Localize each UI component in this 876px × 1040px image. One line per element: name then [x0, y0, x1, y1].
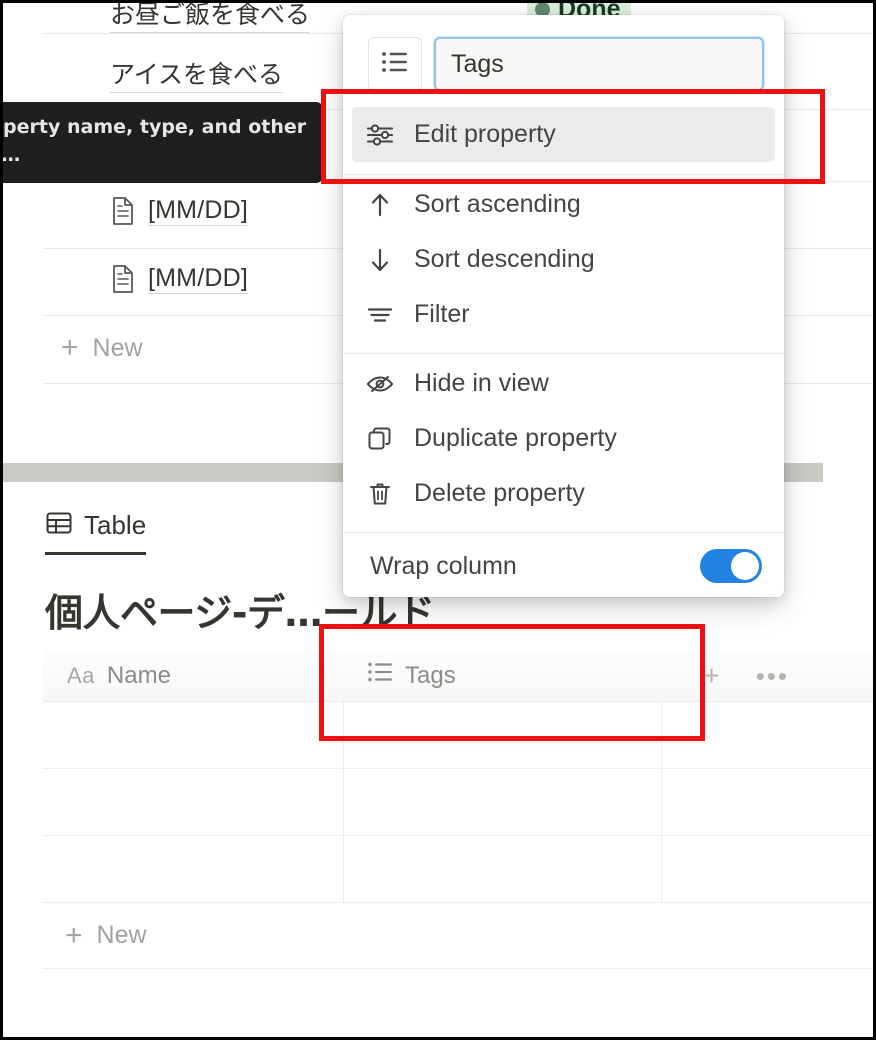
tab-table[interactable]: Table [45, 509, 147, 555]
multi-select-list-icon [367, 661, 393, 690]
filter-icon [366, 304, 394, 326]
toggle-knob [731, 552, 759, 580]
list-item[interactable]: アイスを食べる [110, 55, 284, 93]
column-header-tags-label: Tags [405, 661, 456, 689]
table-header-actions: + ••• [703, 650, 789, 702]
cell-divider [661, 836, 662, 902]
list-item[interactable]: お昼ご飯を食べる [110, 3, 311, 33]
cell-divider [343, 836, 344, 902]
menu-item-label: Hide in view [414, 369, 549, 397]
screenshot-root: お昼ご飯を食べる アイスを食べる Done [MM/DD] [MM/DD] + … [0, 0, 876, 1040]
page-icon [111, 197, 135, 225]
property-type-button[interactable] [368, 37, 422, 91]
menu-item-label: Sort ascending [414, 190, 581, 218]
menu-item-duplicate-property[interactable]: Duplicate property [352, 411, 775, 466]
menu-divider [343, 174, 784, 175]
plus-icon: + [65, 918, 83, 952]
property-menu-section-sort: Sort ascending Sort descending Filter [343, 177, 784, 351]
list-item-label: [MM/DD] [148, 196, 248, 226]
list-item[interactable]: [MM/DD] [111, 264, 248, 294]
eye-off-icon [366, 373, 394, 395]
new-row-button[interactable]: + New [61, 333, 143, 363]
table-row[interactable] [43, 836, 873, 903]
property-name-input[interactable]: Tags [434, 37, 764, 91]
property-menu-header: Tags [343, 15, 784, 107]
copy-icon [366, 426, 394, 452]
menu-item-label: Edit property [414, 120, 556, 148]
menu-item-sort-descending[interactable]: Sort descending [352, 232, 775, 287]
menu-item-delete-property[interactable]: Delete property [352, 466, 775, 521]
wrap-column-label: Wrap column [370, 551, 517, 580]
property-menu: Tags Edit property Sort ascending Sort d… [343, 15, 784, 597]
new-row-button[interactable]: + New [43, 903, 873, 969]
menu-item-label: Filter [414, 300, 470, 328]
new-row-label: New [96, 921, 147, 949]
page-icon [111, 265, 135, 293]
new-row-label: New [92, 333, 143, 362]
table-row[interactable] [43, 702, 873, 769]
cell-divider [343, 702, 344, 768]
column-header-tags[interactable]: Tags [343, 650, 661, 702]
cell-divider [343, 769, 344, 835]
property-menu-section-actions: Hide in view Duplicate property Delete p… [343, 356, 784, 530]
wrap-column-toggle[interactable] [700, 549, 762, 583]
menu-item-edit-property[interactable]: Edit property [352, 107, 775, 162]
menu-item-filter[interactable]: Filter [352, 287, 775, 342]
tab-table-label: Table [84, 510, 147, 540]
list-item-label: [MM/DD] [148, 264, 248, 294]
table-header-row: Aa Name Tags + ••• [43, 650, 873, 702]
add-column-button[interactable]: + [703, 662, 719, 690]
list-item[interactable]: [MM/DD] [111, 196, 248, 226]
property-menu-section-edit: Edit property [343, 107, 784, 172]
cell-divider [661, 769, 662, 835]
tooltip: …operty name, type, and other …s… [3, 102, 323, 184]
column-header-name-label: Name [106, 661, 171, 689]
view-tabs: Table [45, 509, 147, 555]
cell-divider [661, 702, 662, 768]
table-icon [45, 509, 73, 542]
menu-item-label: Duplicate property [414, 424, 617, 452]
menu-divider [343, 532, 784, 533]
sliders-icon [366, 123, 394, 147]
trash-icon [366, 481, 394, 507]
column-header-name[interactable]: Aa Name [43, 650, 343, 702]
plus-icon: + [61, 331, 79, 364]
menu-item-label: Delete property [414, 479, 585, 507]
more-options-button[interactable]: ••• [756, 663, 789, 689]
multi-select-list-icon [381, 50, 409, 79]
table-row[interactable] [43, 769, 873, 836]
arrow-up-icon [366, 192, 394, 218]
title-type-icon: Aa [67, 662, 95, 688]
menu-item-hide-in-view[interactable]: Hide in view [352, 356, 775, 411]
data-table: Aa Name Tags + ••• + New [43, 650, 873, 969]
menu-item-label: Sort descending [414, 245, 595, 273]
menu-item-sort-ascending[interactable]: Sort ascending [352, 177, 775, 232]
wrap-column-row[interactable]: Wrap column [343, 535, 784, 597]
menu-divider [343, 353, 784, 354]
arrow-down-icon [366, 247, 394, 273]
